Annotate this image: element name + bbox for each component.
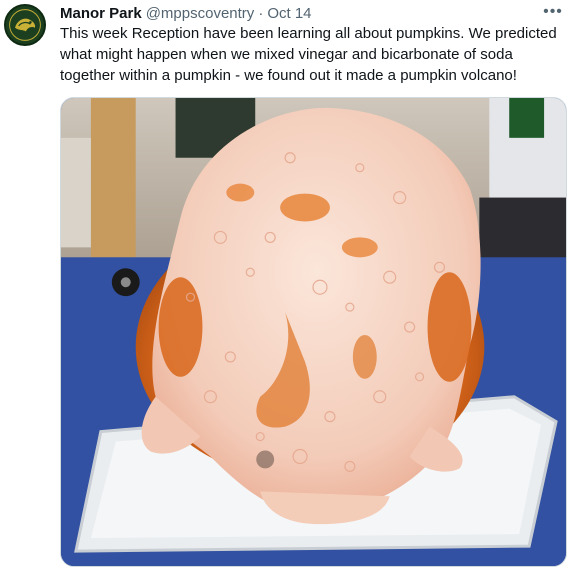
avatar[interactable] — [4, 4, 46, 46]
header-separator: · — [258, 4, 264, 22]
tweet-media[interactable] — [60, 97, 567, 567]
author-name[interactable]: Manor Park — [60, 5, 142, 22]
school-logo-icon — [6, 6, 44, 44]
tweet-header: Manor Park @mppscoventry · Oct 14 — [60, 3, 312, 23]
author-handle[interactable]: @mppscoventry — [146, 5, 255, 22]
tweet-text: This week Reception have been learning a… — [60, 25, 557, 84]
pumpkin-volcano-photo — [61, 98, 566, 566]
ellipsis-icon: ••• — [543, 3, 563, 20]
tweet: Manor Park @mppscoventry · Oct 14 ••• Th… — [0, 0, 572, 573]
tweet-date[interactable]: Oct 14 — [267, 5, 311, 22]
more-options-button[interactable]: ••• — [541, 3, 565, 20]
